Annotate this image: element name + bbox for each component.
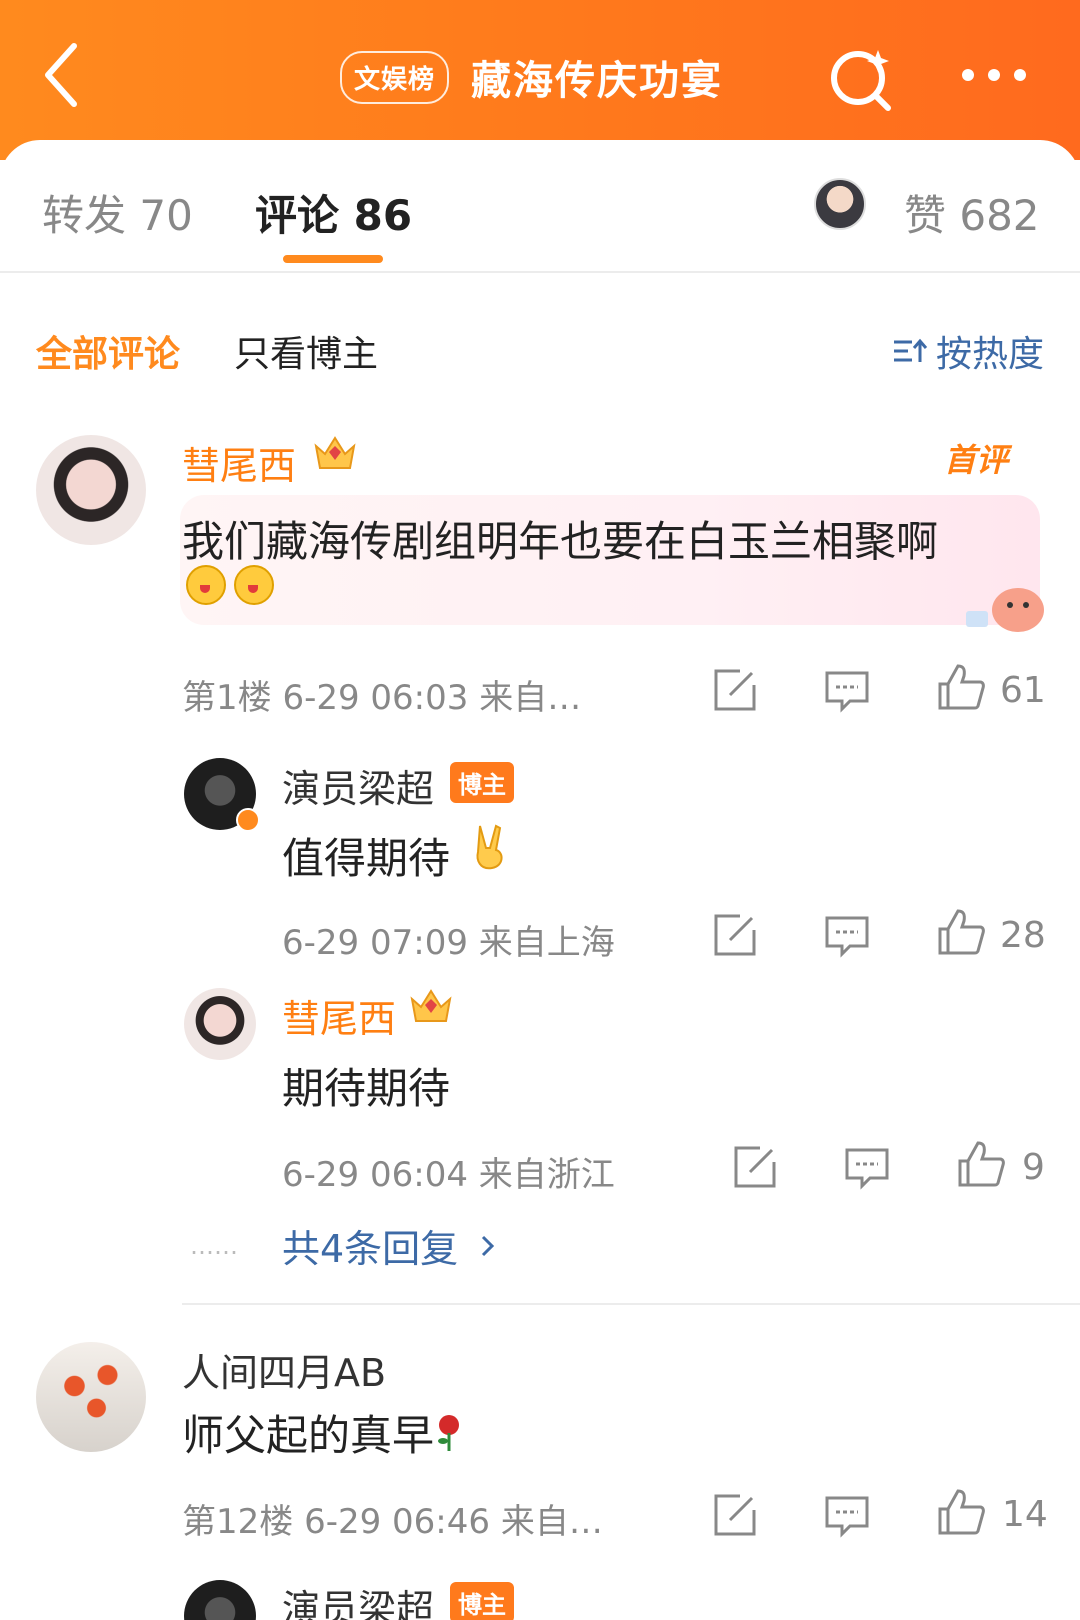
like-icon[interactable] <box>936 662 986 712</box>
blogger-badge: 博主 <box>450 1582 514 1620</box>
comment-meta: 第12楼 6-29 06:46 来自… <box>182 1502 603 1542</box>
more-replies-link[interactable]: 共4条回复 <box>282 1218 498 1273</box>
like-count: 14 <box>1002 1494 1048 1535</box>
liker-avatar[interactable] <box>814 178 866 230</box>
rose-emoji-icon <box>438 1414 460 1451</box>
comment-divider <box>182 1303 1080 1305</box>
back-arrow-icon[interactable] <box>40 40 80 110</box>
verified-icon <box>236 808 260 832</box>
like-count: 9 <box>1022 1147 1045 1188</box>
filter-blogger-only[interactable]: 只看博主 <box>234 325 378 377</box>
reply-icon[interactable] <box>822 665 872 715</box>
filter-all-comments[interactable]: 全部评论 <box>36 325 180 377</box>
reply-text: 期待期待 <box>282 1064 451 1113</box>
emoji-tongue-icon <box>234 565 274 605</box>
victory-hand-emoji-icon <box>476 824 503 870</box>
chevron-right-icon <box>482 1235 495 1256</box>
share-icon[interactable] <box>730 1142 780 1192</box>
reply-meta: 6-29 06:04 来自浙江 <box>282 1155 615 1195</box>
reply-icon[interactable] <box>822 1490 872 1540</box>
reply-username[interactable]: 彗尾西 <box>282 988 396 1043</box>
emoji-row <box>186 565 282 609</box>
blogger-badge: 博主 <box>450 762 514 803</box>
comment-text: 师父起的真早 <box>182 1411 435 1460</box>
content-card: 转发 70 评论 86 赞 682 全部评论 只看博主 按热度 <box>0 140 1080 1620</box>
tab-repost[interactable]: 转发 70 <box>42 182 193 243</box>
comment-text: 我们藏海传剧组明年也要在白玉兰相聚啊 <box>182 517 939 566</box>
more-replies-label: 共4条回复 <box>282 1227 459 1271</box>
crown-icon <box>410 989 452 1022</box>
comment-meta: 第1楼 6-29 06:03 来自… <box>182 678 582 718</box>
like-icon[interactable] <box>936 1487 986 1537</box>
tab-likes[interactable]: 赞 682 <box>904 182 1040 243</box>
reply-text: 值得期待 <box>282 834 451 883</box>
ranking-badge: 文娱榜 <box>340 50 450 104</box>
comment-filter-bar: 全部评论 只看博主 按热度 <box>0 325 1080 385</box>
page-title: 藏海传庆功宴 <box>471 58 724 104</box>
comment-username[interactable]: 人间四月AB <box>182 1342 386 1397</box>
user-avatar[interactable] <box>36 1342 146 1452</box>
reply-icon[interactable] <box>842 1142 892 1192</box>
like-count: 28 <box>1000 915 1046 956</box>
topic-title-wrap[interactable]: 文娱榜 藏海传庆功宴 <box>340 42 723 112</box>
comment-text-row: 师父起的真早 <box>182 1402 464 1463</box>
sort-label: 按热度 <box>935 334 1044 375</box>
sort-by-hot[interactable]: 按热度 <box>892 325 1044 377</box>
crown-icon <box>314 436 356 469</box>
reply-username[interactable]: 演员梁超 <box>282 758 434 813</box>
emoji-tongue-icon <box>186 565 226 605</box>
dotted-leader-icon: …… <box>190 1232 238 1260</box>
user-avatar[interactable] <box>36 435 146 545</box>
top-bar: 文娱榜 藏海传庆功宴 <box>0 0 1080 160</box>
like-icon[interactable] <box>936 907 986 957</box>
tab-comments[interactable]: 评论 86 <box>255 182 412 243</box>
comment-username[interactable]: 彗尾西 <box>182 435 296 490</box>
active-tab-indicator <box>283 255 383 263</box>
mascot-decoration-icon <box>966 588 1044 632</box>
like-icon[interactable] <box>956 1139 1006 1189</box>
share-icon[interactable] <box>710 665 760 715</box>
like-count: 61 <box>1000 670 1046 711</box>
share-icon[interactable] <box>710 910 760 960</box>
tab-bar: 转发 70 评论 86 赞 682 <box>0 140 1080 273</box>
first-comment-badge: 首评 <box>943 441 1008 479</box>
reply-meta: 6-29 07:09 来自上海 <box>282 923 615 963</box>
share-icon[interactable] <box>710 1490 760 1540</box>
reply-icon[interactable] <box>822 910 872 960</box>
more-options-icon[interactable] <box>958 60 1030 90</box>
reply-avatar[interactable] <box>184 988 256 1060</box>
sort-icon <box>893 338 928 362</box>
reply-username[interactable]: 演员梁超 <box>282 1578 434 1620</box>
search-icon[interactable] <box>826 44 896 114</box>
